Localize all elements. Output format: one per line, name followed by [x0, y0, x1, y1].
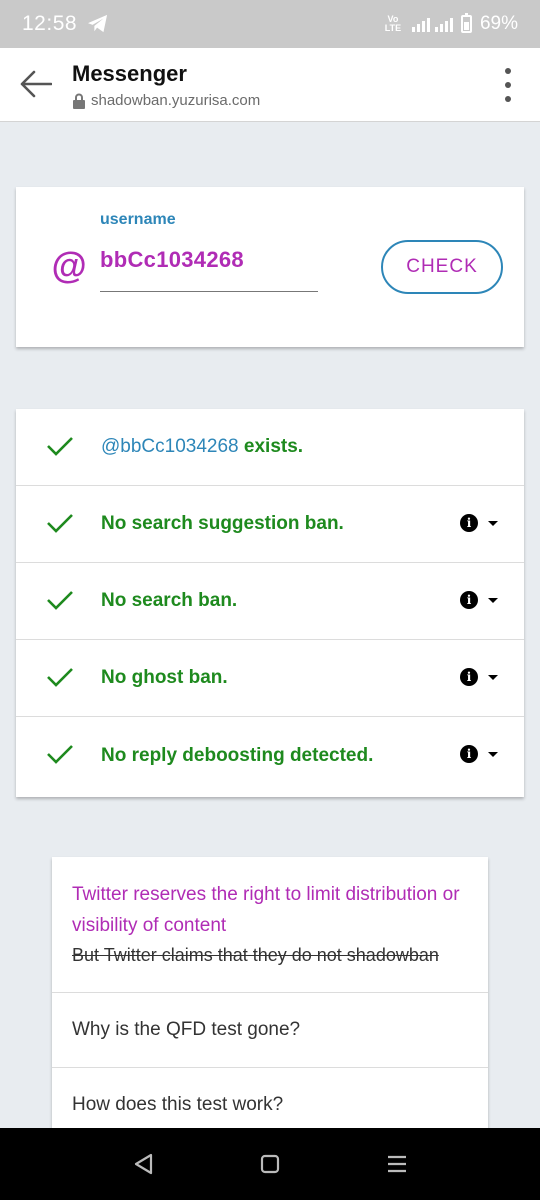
caret-down-icon	[488, 520, 498, 526]
url-text: shadowban.yuzurisa.com	[91, 92, 261, 109]
caret-down-icon	[488, 751, 498, 757]
info-toggle[interactable]: i	[460, 514, 498, 532]
result-text: No search suggestion ban.	[101, 513, 344, 534]
result-exists-text: exists.	[238, 436, 304, 457]
username-input[interactable]: bbCc1034268	[100, 247, 244, 273]
result-text: No search ban.	[101, 590, 238, 611]
notice-text: Twitter reserves the right to limit dist…	[72, 884, 460, 936]
lock-icon	[73, 93, 85, 109]
username-form-card: @ username bbCc1034268 CHECK	[16, 187, 524, 347]
result-row-ghost-ban[interactable]: No ghost ban. i	[16, 640, 524, 717]
triangle-back-icon	[135, 1153, 153, 1175]
caret-down-icon	[488, 597, 498, 603]
signal-icon	[411, 16, 453, 32]
info-icon: i	[460, 514, 478, 532]
dot-icon	[505, 82, 511, 88]
faq-item-how[interactable]: How does this test work?	[52, 1068, 488, 1128]
result-text: @bbCc1034268 exists.	[101, 436, 303, 458]
dot-icon	[505, 96, 511, 102]
status-indicators: Vo LTE 69%	[382, 13, 518, 35]
check-icon	[47, 745, 73, 764]
status-bar: 12:58 Vo LTE 69%	[0, 0, 540, 48]
app-title: Messenger	[72, 61, 187, 86]
info-toggle[interactable]: i	[460, 591, 498, 609]
nav-home-button[interactable]	[250, 1144, 290, 1184]
volte-icon: Vo LTE	[384, 14, 402, 33]
info-icon: i	[460, 591, 478, 609]
info-toggle[interactable]: i	[460, 668, 498, 686]
app-bar: Messenger shadowban.yuzurisa.com	[0, 48, 540, 122]
result-row-reply-deboosting[interactable]: No reply deboosting detected. i	[16, 717, 524, 794]
username-label: username	[100, 211, 176, 228]
result-row-exists: @bbCc1034268 exists.	[16, 409, 524, 486]
at-sign-icon: @	[51, 245, 87, 286]
faq-question: Why is the QFD test gone?	[72, 1019, 301, 1040]
dot-icon	[505, 68, 511, 74]
check-icon	[47, 437, 73, 456]
result-row-search-suggestion[interactable]: No search suggestion ban. i	[16, 486, 524, 563]
check-icon	[47, 514, 73, 533]
info-icon: i	[460, 745, 478, 763]
url-bar: shadowban.yuzurisa.com	[72, 92, 260, 109]
recents-icon	[387, 1155, 406, 1173]
check-button[interactable]: CHECK	[381, 240, 503, 294]
info-icon: i	[460, 668, 478, 686]
faq-question: How does this test work?	[72, 1094, 284, 1115]
battery-icon	[460, 13, 472, 33]
check-icon	[47, 668, 73, 687]
result-username: @bbCc1034268	[101, 436, 239, 457]
faq-notice[interactable]: Twitter reserves the right to limit dist…	[52, 857, 488, 993]
check-icon	[47, 591, 73, 610]
input-underline	[100, 291, 318, 292]
back-arrow-icon	[20, 70, 52, 98]
notice-strikethrough-text: But Twitter claims that they do not shad…	[72, 945, 439, 965]
info-toggle[interactable]: i	[460, 745, 498, 763]
faq-item-qfd[interactable]: Why is the QFD test gone?	[52, 993, 488, 1068]
caret-down-icon	[488, 674, 498, 680]
system-nav-bar	[0, 1128, 540, 1200]
square-home-icon	[260, 1154, 280, 1174]
nav-back-button[interactable]	[123, 1144, 163, 1184]
battery-percent: 69%	[479, 13, 518, 34]
result-row-search-ban[interactable]: No search ban. i	[16, 563, 524, 640]
result-text: No reply deboosting detected.	[101, 744, 374, 766]
result-text: No ghost ban.	[101, 667, 228, 688]
nav-recents-button[interactable]	[377, 1144, 417, 1184]
telegram-icon	[88, 14, 108, 33]
faq-card: Twitter reserves the right to limit dist…	[52, 857, 488, 1128]
more-menu-button[interactable]	[502, 68, 514, 102]
results-card: @bbCc1034268 exists. No search suggestio…	[16, 409, 524, 797]
back-button[interactable]	[16, 64, 56, 104]
page-content: @ username bbCc1034268 CHECK @bbCc103426…	[0, 123, 540, 1128]
status-time: 12:58	[22, 12, 78, 35]
